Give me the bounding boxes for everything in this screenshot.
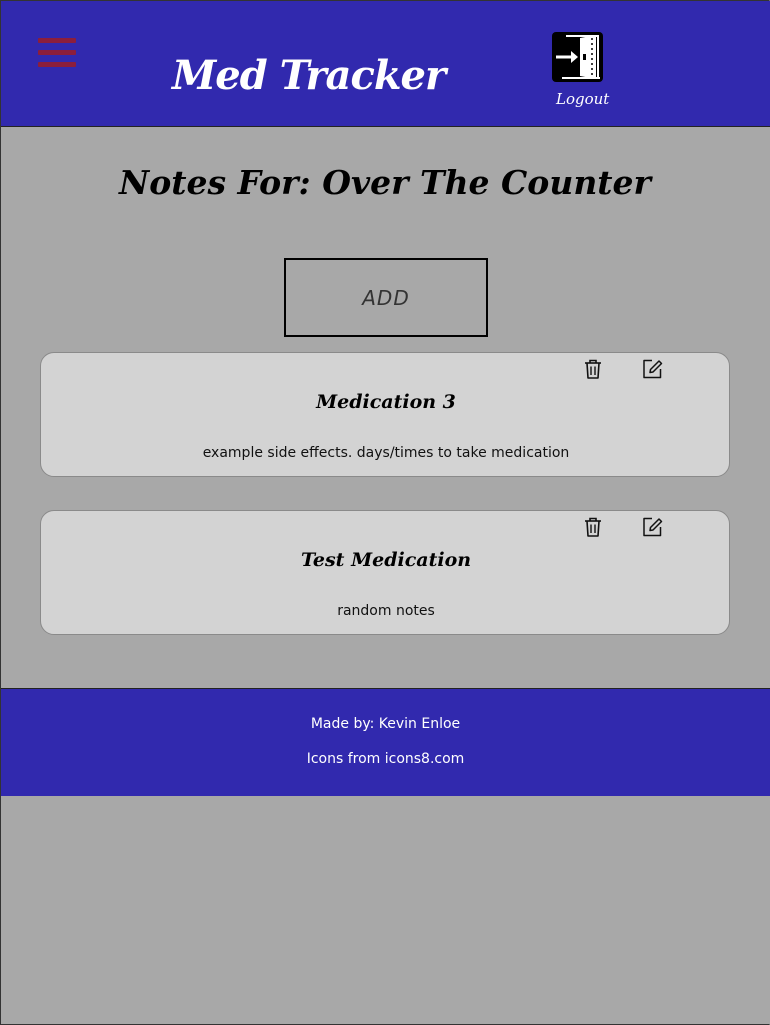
note-body: example side effects. days/times to take… [202,445,570,461]
menu-bar [38,62,76,67]
menu-bar [38,50,76,55]
footer-icons-credit: Icons from icons8.com [306,751,465,767]
logout-label: Logout [556,90,610,108]
note-body: random notes [337,603,435,619]
exit-door-icon [552,32,603,82]
note-card: Medication 3 example side effects. days/… [40,352,730,477]
edit-icon[interactable] [641,358,663,380]
menu-bar [38,38,76,43]
app-header: Med Tracker Logout [1,1,770,127]
page-title: Notes For: Over The Counter [119,163,651,202]
app-title: Med Tracker [172,52,446,99]
note-title: Medication 3 [316,391,456,413]
footer-author: Made by: Kevin Enloe [310,716,461,732]
app-footer: Made by: Kevin Enloe Icons from icons8.c… [1,688,770,796]
note-title: Test Medication [300,549,472,571]
edit-icon[interactable] [641,516,663,538]
trash-icon[interactable] [582,358,604,380]
note-card: Test Medication random notes [40,510,730,635]
logout-button[interactable]: Logout [552,32,609,112]
add-note-button[interactable]: ADD [284,258,488,337]
trash-icon[interactable] [582,516,604,538]
hamburger-menu-icon[interactable] [38,38,76,70]
